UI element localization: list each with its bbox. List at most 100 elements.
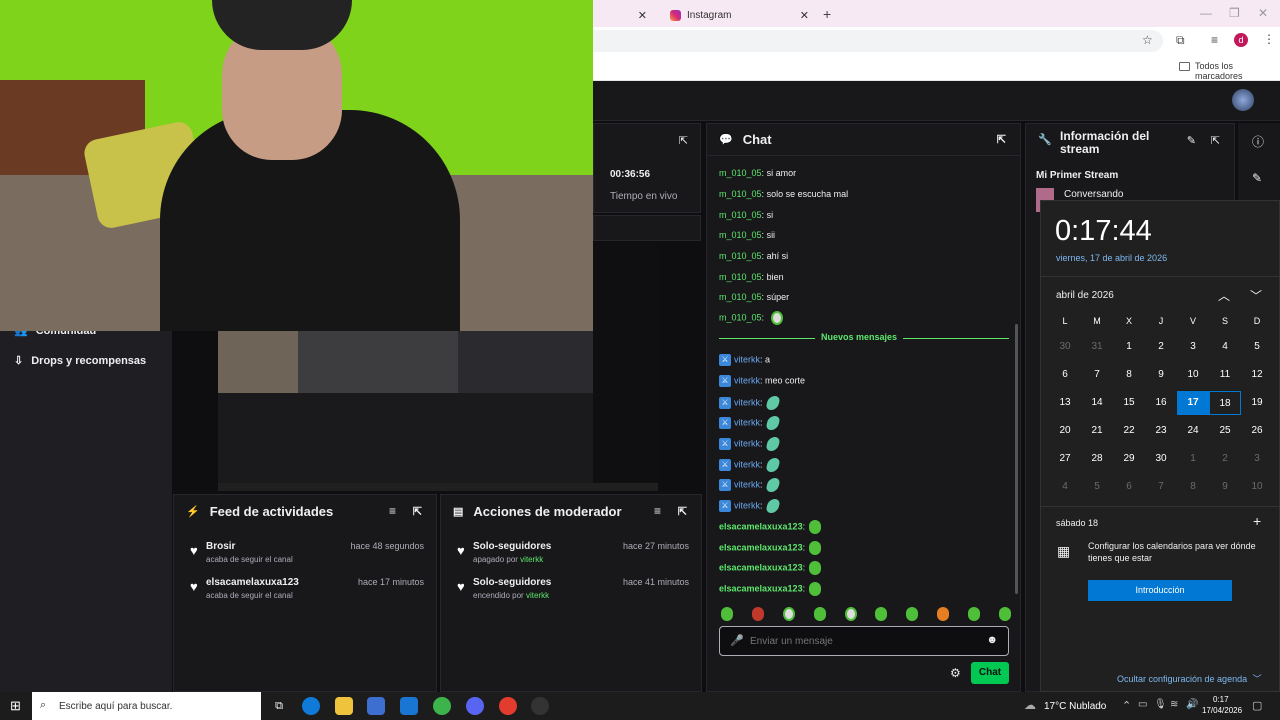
calendar-day[interactable]: 1 xyxy=(1113,335,1145,359)
network-icon[interactable]: ▭ xyxy=(1138,699,1147,710)
calendar-day[interactable]: 2 xyxy=(1145,335,1177,359)
calendar-day[interactable]: 7 xyxy=(1081,363,1113,387)
pencil-icon[interactable]: ✎ xyxy=(1187,134,1196,147)
edge-icon[interactable] xyxy=(302,697,320,715)
edit-icon[interactable]: ✎ xyxy=(1252,171,1262,185)
bookmark-star-icon[interactable]: ☆ xyxy=(1142,33,1153,47)
browser-tab-instagram[interactable]: Instagram ✕ xyxy=(660,4,815,27)
popout-icon[interactable]: ⇱ xyxy=(679,134,688,147)
emote-icon[interactable] xyxy=(782,607,795,621)
calendar-day[interactable]: 11 xyxy=(1209,363,1241,387)
calendar-day[interactable]: 24 xyxy=(1177,419,1209,443)
chat-input[interactable] xyxy=(750,631,980,651)
emote-icon[interactable] xyxy=(844,607,857,621)
notifications-icon[interactable]: ▢ xyxy=(1252,699,1262,712)
user-avatar[interactable] xyxy=(1232,89,1254,111)
calendar-day[interactable]: 4 xyxy=(1049,475,1081,499)
emote-icon[interactable] xyxy=(998,607,1011,621)
media-icon[interactable]: ≡ xyxy=(1211,33,1218,47)
calendar-day[interactable]: 3 xyxy=(1177,335,1209,359)
calendar-day[interactable]: 23 xyxy=(1145,419,1177,443)
calendar-day[interactable]: 20 xyxy=(1049,419,1081,443)
windows-start-icon[interactable]: ⊞ xyxy=(10,698,21,714)
category-name[interactable]: Conversando xyxy=(1064,189,1123,200)
hide-agenda-link[interactable]: Ocultar configuración de agenda ﹀ xyxy=(1117,672,1262,685)
minimize-icon[interactable]: — xyxy=(1200,6,1212,20)
calendar-day[interactable]: 3 xyxy=(1241,447,1273,471)
menu-kebab-icon[interactable]: ⋮ xyxy=(1263,32,1275,46)
calendar-day[interactable]: 5 xyxy=(1241,335,1273,359)
popout-icon[interactable]: ⇱ xyxy=(678,505,687,518)
calendar-day[interactable]: 7 xyxy=(1145,475,1177,499)
chevron-up-icon[interactable]: ︿ xyxy=(1218,287,1230,304)
calendar-day[interactable]: 13 xyxy=(1049,391,1081,415)
calendar-day[interactable]: 26 xyxy=(1241,419,1273,443)
send-chat-button[interactable]: Chat xyxy=(971,662,1009,684)
chat-scrollbar[interactable] xyxy=(1015,324,1018,594)
volume-icon[interactable]: 🔊 xyxy=(1186,699,1198,710)
calendar-day[interactable]: 30 xyxy=(1145,447,1177,471)
popout-icon[interactable]: ⇱ xyxy=(413,505,422,518)
clock-date[interactable]: viernes, 17 de abril de 2026 xyxy=(1056,253,1167,263)
weather-text[interactable]: 17°C Nublado xyxy=(1044,701,1106,712)
tray-chevron-icon[interactable]: ⌃ xyxy=(1122,699,1131,712)
calendar-day[interactable]: 10 xyxy=(1177,363,1209,387)
emoji-icon[interactable]: ☻ xyxy=(986,634,998,646)
calendar-day[interactable]: 12 xyxy=(1241,363,1273,387)
calendar-day[interactable]: 6 xyxy=(1049,363,1081,387)
calendar-day[interactable]: 8 xyxy=(1113,363,1145,387)
add-event-icon[interactable]: + xyxy=(1253,513,1261,529)
calendar-day[interactable]: 15 xyxy=(1113,391,1145,415)
filter-icon[interactable]: ≡ xyxy=(389,504,396,518)
emote-icon[interactable] xyxy=(937,607,950,621)
microphone-icon[interactable]: 🎤 xyxy=(730,634,744,647)
popout-icon[interactable]: ⇱ xyxy=(1211,134,1220,147)
calendar-day[interactable]: 18 xyxy=(1209,391,1241,415)
new-tab-icon[interactable]: + xyxy=(823,6,831,22)
obs-icon[interactable] xyxy=(531,697,549,715)
calendar-day[interactable]: 6 xyxy=(1113,475,1145,499)
gear-icon[interactable]: ⚙ xyxy=(950,666,961,680)
calendar-month[interactable]: abril de 2026 xyxy=(1056,290,1114,301)
info-icon[interactable]: ⓘ xyxy=(1252,133,1264,150)
calendar-day[interactable]: 1 xyxy=(1177,447,1209,471)
calendar-day[interactable]: 21 xyxy=(1081,419,1113,443)
calendar-day[interactable]: 5 xyxy=(1081,475,1113,499)
close-window-icon[interactable]: ✕ xyxy=(1258,6,1268,20)
calendar-day[interactable]: 14 xyxy=(1081,391,1113,415)
task-view-icon[interactable]: ⧉ xyxy=(270,697,288,715)
calendar-day[interactable]: 9 xyxy=(1209,475,1241,499)
mic-tray-icon[interactable]: 🎙 xyxy=(1154,699,1167,710)
taskbar-clock-date[interactable]: 17/04/2026 xyxy=(1202,706,1242,715)
calendar-day[interactable]: 31 xyxy=(1081,335,1113,359)
emote-icon[interactable] xyxy=(813,607,826,621)
calendar-day[interactable]: 29 xyxy=(1113,447,1145,471)
emote-icon[interactable] xyxy=(721,607,733,621)
calendar-day[interactable]: 22 xyxy=(1113,419,1145,443)
chevron-down-icon[interactable]: ﹀ xyxy=(1250,287,1262,304)
discord-icon[interactable] xyxy=(466,697,484,715)
popout-icon[interactable]: ⇱ xyxy=(997,133,1006,146)
calendar-day[interactable]: 27 xyxy=(1049,447,1081,471)
calendar-day[interactable]: 16 xyxy=(1145,391,1177,415)
all-bookmarks-link[interactable]: Todos los marcadores xyxy=(1195,61,1280,81)
chrome-icon[interactable] xyxy=(499,697,517,715)
calendar-day[interactable]: 9 xyxy=(1145,363,1177,387)
filter-icon[interactable]: ≡ xyxy=(654,504,661,518)
profile-avatar[interactable]: d xyxy=(1234,33,1248,47)
mail-icon[interactable] xyxy=(400,697,418,715)
store-icon[interactable] xyxy=(367,697,385,715)
calendar-day[interactable]: 4 xyxy=(1209,335,1241,359)
emote-icon[interactable] xyxy=(906,607,919,621)
extensions-icon[interactable]: ⧉ xyxy=(1176,33,1185,48)
file-explorer-icon[interactable] xyxy=(335,697,353,715)
calendar-day[interactable]: 19 xyxy=(1241,391,1273,415)
browser-tab-previous[interactable]: ✕ xyxy=(593,4,653,27)
taskbar-search[interactable]: ⌕ Escribe aquí para buscar. xyxy=(32,692,261,720)
emote-icon[interactable] xyxy=(875,607,888,621)
calendar-day[interactable]: 8 xyxy=(1177,475,1209,499)
close-tab-icon[interactable]: ✕ xyxy=(638,9,647,22)
intro-button[interactable]: Introducción xyxy=(1088,580,1232,601)
calendar-day[interactable]: 2 xyxy=(1209,447,1241,471)
calendar-day[interactable]: 10 xyxy=(1241,475,1273,499)
